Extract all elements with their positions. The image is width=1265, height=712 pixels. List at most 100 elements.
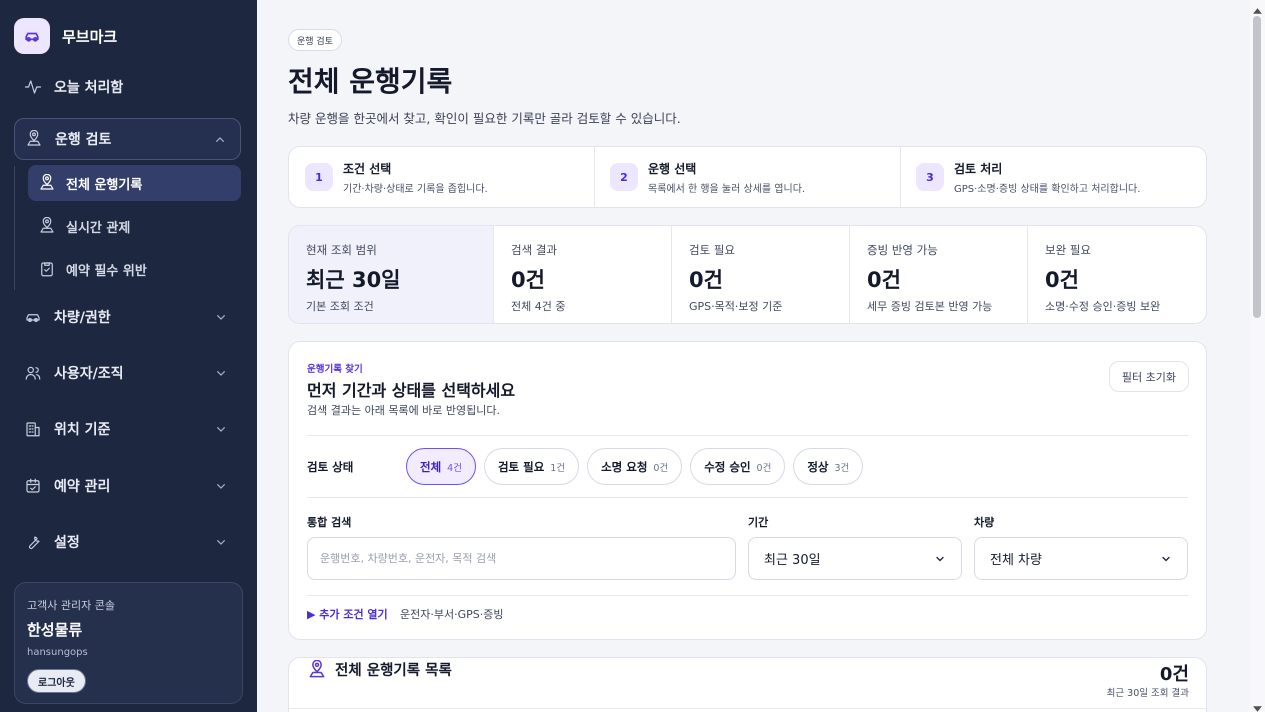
- stat-scope: 현재 조회 범위 최근 30일 기본 조회 조건: [289, 226, 493, 323]
- main-content: 운행 검토 전체 운행기록 차량 운행을 한곳에서 찾고, 확인이 필요한 기록…: [257, 0, 1250, 712]
- divider: [594, 147, 595, 207]
- step-desc: 기간·차량·상태로 기록을 좁힙니다.: [343, 183, 488, 195]
- vehicle-label: 차량: [974, 516, 995, 529]
- stat-sub: 기본 조회 조건: [306, 300, 374, 313]
- users-icon: [24, 364, 42, 382]
- chip-count: 0건: [756, 462, 772, 474]
- chip-label: 정상: [807, 459, 829, 474]
- sidebar-group-review[interactable]: 운행 검토: [14, 118, 241, 160]
- scroll-up-arrow-icon[interactable]: [1252, 2, 1263, 14]
- chip-edit-approved[interactable]: 수정 승인 0건: [690, 448, 786, 485]
- filter-panel: 운행기록 찾기 먼저 기간과 상태를 선택하세요 검색 결과는 아래 목록에 바…: [288, 341, 1207, 640]
- divider: [900, 147, 901, 207]
- vehicle-selected: 전체 차량: [990, 553, 1042, 568]
- divider: [307, 595, 1188, 596]
- step-number: 3: [916, 163, 944, 191]
- stat-sub: 세무 증빙 검토본 반영 가능: [867, 300, 993, 313]
- stat-review-needed: 검토 필요 0건 GPS·목적·보정 기준: [672, 226, 849, 323]
- chip-label: 소명 요청: [601, 459, 648, 474]
- step-number: 1: [305, 163, 333, 191]
- sidebar-group-users[interactable]: 사용자/조직: [14, 352, 241, 394]
- period-label: 기간: [748, 516, 769, 529]
- sidebar-item-label: 운행 검토: [55, 132, 112, 148]
- scrollbar-thumb[interactable]: [1253, 16, 1261, 318]
- sidebar-item-label: 위치 기준: [54, 422, 111, 438]
- chevron-down-icon: [1160, 553, 1172, 565]
- chevron-down-icon: [213, 365, 229, 381]
- list-count: 0건: [1159, 664, 1189, 685]
- stat-value: 0건: [867, 268, 901, 292]
- stat-supplement-needed: 보완 필요 0건 소명·수정 승인·증빙 보완: [1028, 226, 1206, 323]
- building-icon: [24, 420, 42, 438]
- chip-label: 검토 필요: [497, 459, 545, 474]
- chip-count: 3건: [834, 462, 850, 474]
- map-pin-icon: [38, 217, 56, 235]
- period-selected: 최근 30일: [764, 553, 821, 568]
- records-list: 전체 운행기록 목록 0건 최근 30일 조회 결과: [288, 657, 1207, 712]
- activity-icon: [24, 78, 42, 96]
- sidebar-item-reservation-violation[interactable]: 예약 필수 위반: [28, 251, 241, 287]
- stat-value: 0건: [1045, 268, 1079, 292]
- stat-evidence-ready: 증빙 반영 가능 0건 세무 증빙 검토본 반영 가능: [850, 226, 1027, 323]
- period-select[interactable]: 최근 30일: [748, 537, 962, 580]
- status-filter-label: 검토 상태: [307, 460, 354, 474]
- chip-all[interactable]: 전체 4건: [406, 448, 476, 485]
- stat-sub: 전체 4건 중: [511, 300, 566, 313]
- map-pin-icon: [307, 659, 327, 680]
- clipboard-icon: [38, 260, 56, 278]
- sidebar-group-settings[interactable]: 설정: [14, 521, 241, 563]
- sidebar-item-label: 예약 필수 위반: [66, 263, 147, 279]
- stat-results: 검색 결과 0건 전체 4건 중: [494, 226, 671, 323]
- sidebar-item-realtime[interactable]: 실시간 관제: [28, 208, 241, 244]
- stat-label: 보완 필요: [1045, 243, 1091, 257]
- step-3: 3 검토 처리 GPS·소명·증빙 상태를 확인하고 처리합니다.: [916, 147, 1140, 207]
- chip-explanation-requested[interactable]: 소명 요청 0건: [587, 448, 683, 485]
- chip-normal[interactable]: 정상 3건: [793, 448, 864, 485]
- page-scrollbar[interactable]: [1250, 0, 1265, 712]
- sidebar-item-today[interactable]: 오늘 처리함: [14, 66, 241, 108]
- account-org: 한성물류: [27, 621, 83, 639]
- account-role: 고객사 관리자 콘솔: [27, 599, 115, 612]
- sidebar-item-all-records[interactable]: 전체 운행기록: [28, 165, 241, 201]
- step-title: 운행 선택: [648, 161, 697, 176]
- sidebar-group-reservations[interactable]: 예약 관리: [14, 465, 241, 507]
- list-subtitle: 최근 30일 조회 결과: [1106, 688, 1189, 699]
- account-user-id: hansungops: [27, 647, 88, 658]
- chip-count: 4건: [447, 462, 462, 474]
- search-label: 통합 검색: [307, 516, 352, 529]
- logout-button[interactable]: 로그아웃: [27, 669, 86, 693]
- sidebar-item-label: 설정: [54, 535, 80, 551]
- car-icon: [14, 18, 50, 54]
- divider: [307, 435, 1188, 436]
- chevron-down-icon: [213, 309, 229, 325]
- page-description: 차량 운행을 한곳에서 찾고, 확인이 필요한 기록만 골라 검토할 수 있습니…: [288, 111, 681, 126]
- car-icon: [24, 308, 42, 326]
- calendar-icon: [24, 477, 42, 495]
- account-card: 고객사 관리자 콘솔 한성물류 hansungops 로그아웃: [14, 582, 243, 704]
- sidebar-item-label: 차량/권한: [54, 310, 111, 326]
- list-header: 전체 운행기록 목록: [307, 659, 452, 680]
- status-chips: 전체 4건 검토 필요 1건 소명 요청 0건 수정 승인 0건 정상 3건: [406, 448, 864, 485]
- vehicle-select[interactable]: 전체 차량: [974, 537, 1188, 580]
- filter-description: 검색 결과는 아래 목록에 바로 반영됩니다.: [307, 404, 501, 417]
- sidebar-item-label: 예약 관리: [54, 479, 111, 495]
- chip-count: 1건: [550, 462, 566, 474]
- chip-count: 0건: [653, 462, 669, 474]
- step-title: 조건 선택: [343, 161, 392, 176]
- chip-review-needed[interactable]: 검토 필요 1건: [483, 448, 580, 485]
- stat-value: 최근 30일: [306, 268, 401, 292]
- brand[interactable]: 무브마크: [14, 18, 117, 54]
- chevron-down-icon: [213, 534, 229, 550]
- breadcrumb[interactable]: 운행 검토: [288, 29, 342, 51]
- filter-title: 먼저 기간과 상태를 선택하세요: [307, 381, 516, 400]
- scroll-down-arrow-icon[interactable]: [1252, 699, 1263, 712]
- search-input[interactable]: [307, 537, 736, 580]
- stat-label: 검색 결과: [511, 243, 557, 257]
- reset-filter-button[interactable]: 필터 초기화: [1108, 361, 1189, 392]
- sidebar-item-label: 실시간 관제: [66, 220, 131, 236]
- more-conditions-toggle[interactable]: ▶ 추가 조건 열기: [307, 606, 388, 622]
- divider: [307, 497, 1188, 498]
- sidebar-group-locations[interactable]: 위치 기준: [14, 408, 241, 450]
- step-2: 2 운행 선택 목록에서 한 행을 눌러 상세를 엽니다.: [610, 147, 805, 207]
- sidebar-group-vehicles[interactable]: 차량/권한: [14, 296, 241, 338]
